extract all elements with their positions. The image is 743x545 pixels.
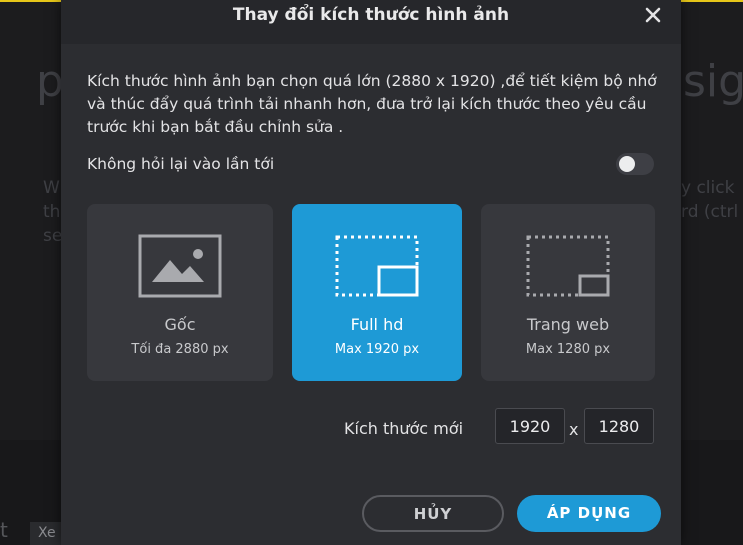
option-title: Gốc <box>164 315 196 334</box>
option-title: Trang web <box>526 315 610 334</box>
dialog-message: Kích thước hình ảnh bạn chọn quá lớn (28… <box>87 72 657 136</box>
background-text-line: y click <box>681 178 735 198</box>
background-footer-tab[interactable]: Xe <box>30 522 64 545</box>
resize-icon <box>481 234 655 302</box>
dialog-header: Thay đổi kích thước hình ảnh <box>61 0 681 44</box>
resize-icon <box>292 234 462 302</box>
dont-ask-again-label: Không hỏi lại vào lần tới <box>87 155 275 173</box>
background-footer-text: t <box>0 518 8 542</box>
close-icon[interactable] <box>642 4 664 26</box>
option-subtitle: Tối đa 2880 px <box>131 342 229 357</box>
height-input[interactable] <box>584 408 654 444</box>
option-subtitle: Max 1920 px <box>334 342 420 357</box>
option-subtitle: Max 1280 px <box>525 342 611 357</box>
toggle-knob <box>619 156 635 172</box>
background-text-line: th <box>43 202 61 222</box>
apply-button[interactable]: ÁP DỤNG <box>517 495 661 532</box>
size-separator: x <box>569 420 579 439</box>
background-headline-left: p <box>36 56 64 107</box>
background-text-line: se <box>43 226 63 246</box>
image-icon <box>87 234 273 302</box>
background-text-line: rd (ctrl <box>681 202 739 222</box>
option-web[interactable]: Trang web Max 1280 px <box>481 204 655 381</box>
background-headline-right: sig <box>683 56 743 107</box>
option-title: Full hd <box>350 315 404 334</box>
option-original[interactable]: Gốc Tối đa 2880 px <box>87 204 273 381</box>
background-text-line: W <box>43 178 60 198</box>
new-size-label: Kích thước mới <box>344 419 464 438</box>
dialog-title: Thay đổi kích thước hình ảnh <box>232 5 510 25</box>
option-full-hd[interactable]: Full hd Max 1920 px <box>292 204 462 381</box>
dont-ask-again-toggle[interactable] <box>616 153 654 175</box>
width-input[interactable] <box>495 408 565 444</box>
cancel-button[interactable]: HỦY <box>362 495 504 532</box>
resize-image-dialog: Thay đổi kích thước hình ảnh Kích thước … <box>61 0 681 545</box>
